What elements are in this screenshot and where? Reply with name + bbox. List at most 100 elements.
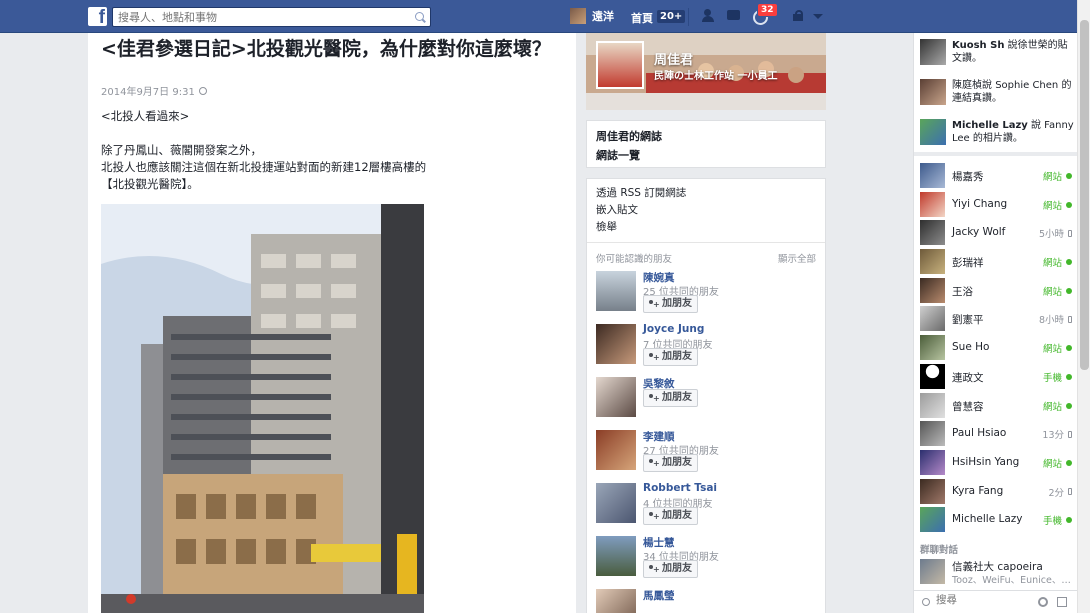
- facebook-logo-icon[interactable]: f: [88, 7, 107, 26]
- avatar: [920, 277, 945, 303]
- scrollbar-thumb[interactable]: [1080, 20, 1089, 370]
- home-count-badge: 20+: [657, 10, 686, 23]
- embed-post-link[interactable]: 嵌入貼文: [587, 202, 825, 219]
- chat-contact[interactable]: Kyra Fang 2分: [914, 477, 1077, 506]
- status-text: 手機: [1042, 372, 1062, 384]
- chat-buddy-list: 楊嘉秀 網站 Yiyi Chang 網站 Jacky Wolf 5小時 彭瑞祥 網站 王…: [914, 161, 1077, 534]
- chat-contact[interactable]: HsiHsin Yang 網站: [914, 448, 1077, 477]
- privacy-shortcuts-icon[interactable]: [792, 10, 804, 22]
- author-cover-photo[interactable]: 周佳君 民陣の士林工作站 一小員工: [586, 33, 826, 110]
- avatar: [920, 392, 945, 418]
- chat-search-bar: [914, 590, 1077, 613]
- mobile-phone-icon: [1068, 229, 1072, 237]
- pymk-item: 李建順 27 位共同的朋友 加朋友: [587, 430, 825, 483]
- notes-overview-link[interactable]: 網誌一覽: [596, 146, 816, 165]
- ticker-item[interactable]: 陳庭楨說 Sophie Chen 的連結真讚。: [914, 73, 1077, 113]
- gear-icon[interactable]: [1038, 597, 1048, 607]
- report-link[interactable]: 檢舉: [587, 219, 825, 236]
- status-text: 網站: [1042, 458, 1062, 470]
- chat-contact-name: 彭瑞祥: [952, 257, 984, 270]
- pymk-name[interactable]: 馬鳳瑩: [643, 588, 675, 603]
- messages-icon[interactable]: [727, 9, 743, 23]
- pymk-item: 陳婉真 25 位共同的朋友 加朋友: [587, 271, 825, 324]
- post-meta: 2014年9月7日 9:31: [101, 83, 207, 98]
- group-chat-item[interactable]: 信義社大 capoeira Tooz、WeiFu、Eunice、…: [914, 555, 1077, 589]
- avatar[interactable]: [596, 536, 636, 576]
- chat-contact[interactable]: 劉憲平 8小時: [914, 304, 1077, 333]
- home-link[interactable]: 首頁: [631, 10, 653, 26]
- avatar[interactable]: [596, 377, 636, 417]
- settings-caret-icon[interactable]: [813, 14, 823, 19]
- search-icon[interactable]: [415, 12, 424, 21]
- chat-contact[interactable]: Jacky Wolf 5小時: [914, 218, 1077, 247]
- author-avatar[interactable]: [596, 41, 644, 89]
- profile-shortcut[interactable]: 遠洋: [570, 8, 614, 24]
- chat-search-input[interactable]: [936, 594, 1036, 606]
- author-notes-link[interactable]: 周佳君的網誌: [596, 127, 816, 146]
- add-friend-button[interactable]: 加朋友: [643, 348, 698, 366]
- avatar[interactable]: [596, 324, 636, 364]
- chat-contact[interactable]: Sue Ho 網站: [914, 333, 1077, 362]
- add-friend-button[interactable]: 加朋友: [643, 295, 698, 313]
- pymk-name[interactable]: Joyce Jung: [643, 323, 704, 335]
- add-friend-label: 加朋友: [662, 298, 692, 309]
- avatar: [920, 306, 945, 332]
- compose-icon[interactable]: [1057, 597, 1067, 607]
- search-box[interactable]: [112, 7, 431, 27]
- add-friend-button[interactable]: 加朋友: [643, 560, 698, 578]
- post-date[interactable]: 2014年9月7日 9:31: [101, 83, 195, 98]
- article-paragraph: <北投人看過來>: [101, 109, 190, 123]
- add-friend-button[interactable]: 加朋友: [643, 507, 698, 525]
- status-text: 手機: [1042, 516, 1062, 528]
- pymk-see-all-link[interactable]: 顯示全部: [778, 251, 816, 265]
- status-text: 8小時: [1038, 315, 1064, 327]
- status-text: 網站: [1042, 344, 1062, 356]
- chat-contact-name: 王浴: [952, 285, 973, 298]
- avatar: [920, 220, 945, 246]
- chat-contact[interactable]: 彭瑞祥 網站: [914, 247, 1077, 276]
- ticker-item[interactable]: Michelle Lazy 說 Fanny Lee 的相片讚。: [914, 113, 1077, 153]
- top-navigation-bar: f 遠洋 首頁 20+ 32: [0, 0, 1090, 33]
- avatar: [570, 8, 586, 24]
- online-dot-icon: [1066, 173, 1072, 179]
- chat-contact[interactable]: 王浴 網站: [914, 276, 1077, 305]
- avatar[interactable]: [596, 483, 636, 523]
- chat-contact[interactable]: 楊嘉秀 網站: [914, 161, 1077, 190]
- avatar: [920, 163, 945, 188]
- group-chats-heading: 群聊對話: [920, 545, 959, 556]
- chat-contact[interactable]: 曾慧容 網站: [914, 391, 1077, 420]
- chat-contact[interactable]: Michelle Lazy 手機: [914, 505, 1077, 534]
- chat-contact[interactable]: Paul Hsiao 13分: [914, 419, 1077, 448]
- chat-contact[interactable]: 連政文 手機: [914, 362, 1077, 391]
- avatar[interactable]: [596, 271, 636, 311]
- chat-contact-name: 連政文: [952, 371, 984, 384]
- divider: [688, 8, 689, 26]
- idle-status: 5小時: [1039, 226, 1072, 240]
- author-name[interactable]: 周佳君: [654, 49, 693, 68]
- add-friend-button[interactable]: 加朋友: [643, 389, 698, 407]
- rss-subscribe-link[interactable]: 透過 RSS 訂閱網誌: [587, 185, 825, 202]
- globe-icon[interactable]: [198, 86, 207, 95]
- ticker-item[interactable]: Kuosh Sh 說徐世榮的貼文讚。: [914, 33, 1077, 73]
- search-input[interactable]: [113, 8, 403, 26]
- notifications-badge: 32: [757, 3, 778, 17]
- online-status: 手機: [1043, 513, 1072, 527]
- online-status: 網站: [1043, 284, 1072, 298]
- notes-sidebar-card: 透過 RSS 訂閱網誌 嵌入貼文 檢舉 你可能認識的朋友 顯示全部 陳婉真 25…: [586, 178, 826, 613]
- status-text: 網站: [1042, 258, 1062, 270]
- friend-requests-icon[interactable]: [702, 9, 718, 23]
- pymk-name[interactable]: Robbert Tsai: [643, 482, 717, 494]
- avatar: [920, 507, 945, 533]
- pymk-item: Robbert Tsai 4 位共同的朋友 加朋友: [587, 482, 825, 536]
- add-friend-icon: [649, 391, 660, 407]
- online-dot-icon: [1066, 287, 1072, 294]
- avatar[interactable]: [596, 430, 636, 470]
- article-photo[interactable]: [101, 204, 424, 613]
- online-status: 網站: [1043, 255, 1072, 269]
- online-status: 網站: [1043, 456, 1072, 470]
- chat-contact[interactable]: Yiyi Chang 網站: [914, 190, 1077, 219]
- page-scrollbar[interactable]: [1077, 0, 1090, 613]
- online-status: 網站: [1043, 399, 1072, 413]
- avatar[interactable]: [596, 589, 636, 613]
- add-friend-button[interactable]: 加朋友: [643, 454, 698, 472]
